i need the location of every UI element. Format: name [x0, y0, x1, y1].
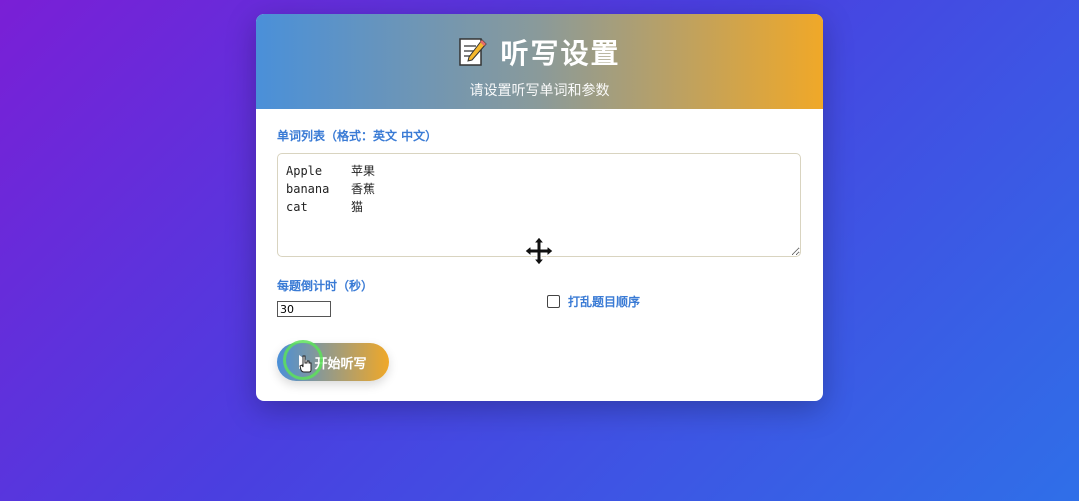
options-row: 每题倒计时（秒） 打乱题目顺序 — [277, 277, 802, 317]
countdown-label: 每题倒计时（秒） — [277, 279, 374, 293]
title-row: 听写设置 — [256, 14, 823, 72]
shuffle-checkbox[interactable] — [547, 294, 560, 308]
memo-icon — [458, 36, 488, 68]
shuffle-label[interactable]: 打乱题目顺序 — [568, 293, 640, 310]
word-list-label: 单词列表（格式：英文 中文） — [277, 129, 438, 143]
page-title: 听写设置 — [500, 37, 621, 70]
card-header: 听写设置 请设置听写单词和参数 — [256, 14, 823, 109]
page-subtitle: 请设置听写单词和参数 — [469, 83, 610, 99]
shuffle-option[interactable]: 打乱题目顺序 — [547, 285, 640, 317]
countdown-group: 每题倒计时（秒） — [277, 277, 547, 317]
start-dictation-button[interactable]: 开始听写 — [277, 340, 389, 381]
hand-cursor-icon — [299, 355, 313, 376]
countdown-input[interactable] — [277, 301, 331, 317]
settings-card: 听写设置 请设置听写单词和参数 单词列表（格式：英文 中文） 每题倒计时（秒） … — [256, 14, 823, 401]
move-cursor-icon — [524, 236, 554, 270]
